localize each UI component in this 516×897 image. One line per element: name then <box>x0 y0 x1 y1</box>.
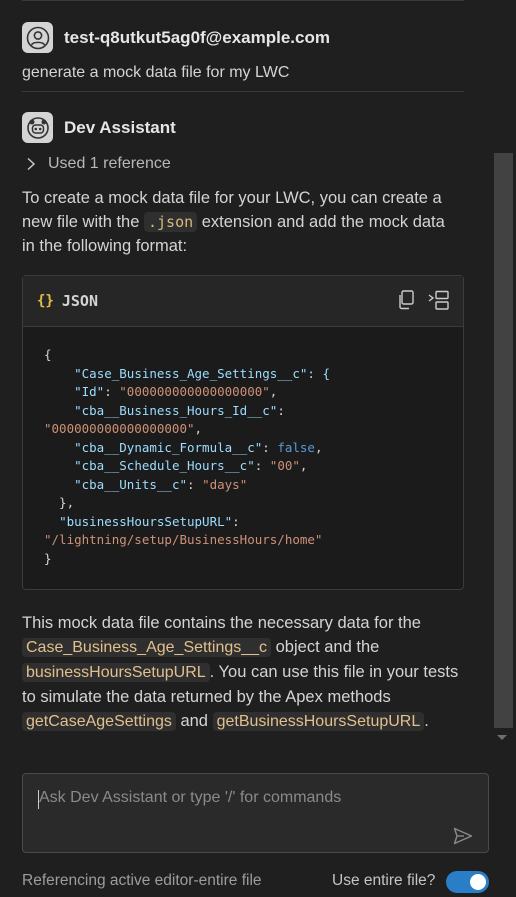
code-line: "Id": "000000000000000000", <box>74 384 278 399</box>
chat-input-container <box>22 773 489 853</box>
used-references-toggle[interactable]: Used 1 reference <box>26 155 171 173</box>
used-references-label: Used 1 reference <box>48 155 171 172</box>
code-block: {} JSON { "Case_Business_Age_Settings__c… <box>22 275 464 590</box>
assistant-avatar-icon <box>22 112 53 143</box>
user-message: generate a mock data file for my LWC <box>22 64 290 81</box>
inline-code-object: Case_Business_Age_Settings__c <box>22 638 272 657</box>
inline-code-method-2: getBusinessHoursSetupURL <box>212 712 425 731</box>
code-line: "cba__Business_Hours_Id__c": <box>74 402 285 418</box>
inline-code-url: businessHoursSetupURL <box>22 663 210 682</box>
outro-text-4: and <box>175 712 213 730</box>
outro-text-1: This mock data file contains the necessa… <box>22 614 421 632</box>
assistant-outro-text: This mock data file contains the necessa… <box>22 611 462 734</box>
code-line: "cba__Units__c": "days" <box>74 476 248 492</box>
code-line: }, <box>44 495 75 510</box>
chevron-right-icon <box>27 157 36 171</box>
outro-text-2: object and the <box>271 638 380 656</box>
code-line: "businessHoursSetupURL": <box>59 513 240 529</box>
code-line: "/lightning/setup/BusinessHours/home" <box>44 532 323 547</box>
text-caret <box>38 790 39 809</box>
use-entire-file-toggle[interactable] <box>446 871 489 893</box>
user-message-header: test-q8utkut5ag0f@example.com <box>22 22 330 53</box>
code-line: } <box>44 550 52 566</box>
code-block-header: {} JSON <box>23 276 463 327</box>
code-language-label: JSON <box>61 292 98 310</box>
send-icon[interactable] <box>453 827 473 850</box>
code-line: "cba__Dynamic_Formula__c": false, <box>74 439 323 455</box>
code-line: { <box>44 347 52 362</box>
outro-text-5: . <box>424 712 429 730</box>
inline-code-json: .json <box>143 212 198 232</box>
assistant-message-header: Dev Assistant <box>22 112 176 143</box>
context-label: Referencing active editor-entire file <box>22 872 262 889</box>
scrollbar-thumb[interactable] <box>494 153 513 728</box>
scroll-down-arrow-icon[interactable] <box>497 735 507 740</box>
use-entire-file-label: Use entire file? <box>332 872 436 889</box>
assistant-intro-text: To create a mock data file for your LWC,… <box>22 186 462 258</box>
inline-code-method-1: getCaseAgeSettings <box>22 712 176 731</box>
code-content: { "Case_Business_Age_Settings__c": { "Id… <box>23 327 463 568</box>
message-divider <box>22 91 464 92</box>
assistant-name: Dev Assistant <box>64 117 176 137</box>
copy-icon[interactable] <box>397 290 415 315</box>
user-avatar-icon <box>22 22 53 53</box>
json-braces-icon: {} <box>37 293 54 309</box>
insert-at-cursor-icon[interactable] <box>428 290 450 317</box>
chat-input[interactable] <box>23 774 488 852</box>
toggle-knob <box>470 874 486 890</box>
top-divider <box>22 0 464 1</box>
code-line: "cba__Schedule_Hours__c": "00", <box>74 458 308 473</box>
code-line: "000000000000000000", <box>44 421 203 436</box>
user-name: test-q8utkut5ag0f@example.com <box>64 27 330 47</box>
code-line: "Case_Business_Age_Settings__c": { <box>59 365 330 381</box>
